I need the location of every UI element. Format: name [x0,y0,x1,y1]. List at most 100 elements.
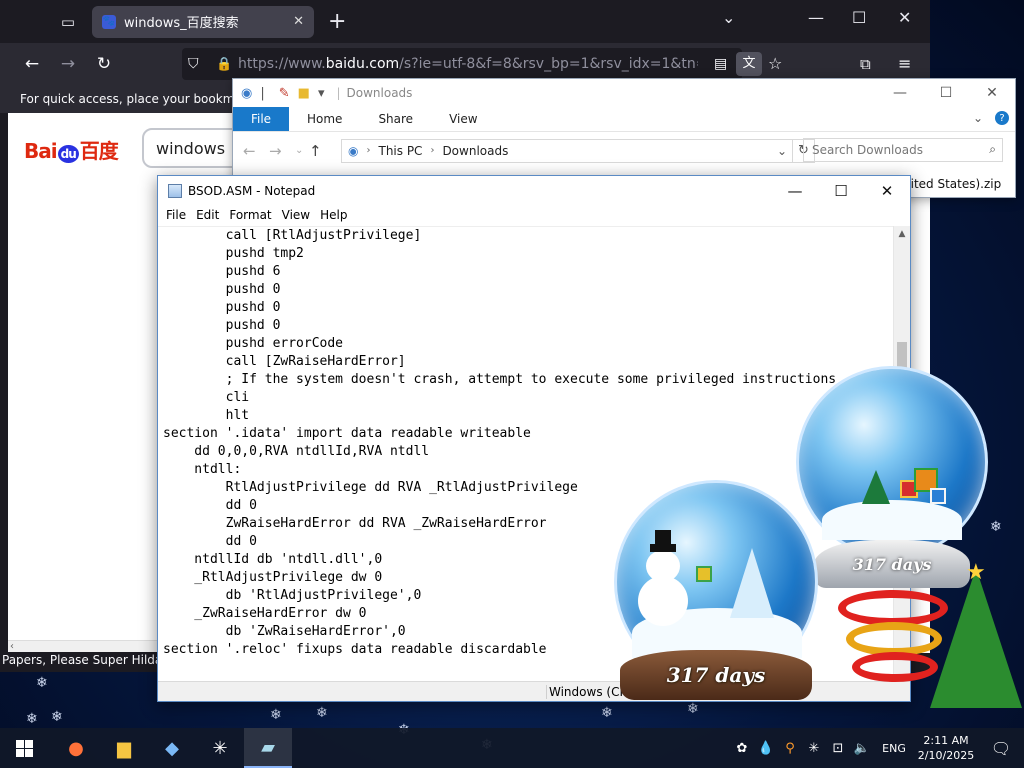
reload-button[interactable]: ↻ [86,54,122,74]
breadcrumb-this-pc[interactable]: This PC [378,144,422,158]
quick-access-dropdown-icon[interactable]: ▾ [318,86,325,101]
christmas-spiral-ring [852,652,938,682]
shield-icon[interactable]: ⛉ [188,56,199,72]
chevron-right-icon: › [430,145,435,156]
snowman-body [638,576,688,626]
taskbar: ● ▆ ◆ ✳ ▰ ✿ 💧 ⚲ ✳ ⊡ 🔈 ENG 2:11 AM 2/10/2… [0,728,1024,768]
forward-button[interactable]: → [50,54,86,74]
start-button[interactable] [0,728,48,768]
explorer-titlebar: ◉ | ✎ ■ ▾ | Downloads — ☐ ✕ [233,79,1015,107]
search-icon: ⌕ [989,142,996,156]
browser-status-text: Papers, Please Super Hilda [0,652,162,672]
address-dropdown-icon[interactable]: ⌄ [772,144,792,158]
list-all-tabs-icon[interactable]: ⌄ [722,8,735,27]
menu-file[interactable]: File [161,208,191,222]
help-icon[interactable]: ? [995,111,1009,125]
url-bar[interactable]: ⛉ 🔒 https://www.baidu.com/s?ie=utf-8&f=8… [182,48,742,80]
gift-icon [930,488,946,504]
maximize-button[interactable]: ☐ [852,8,866,27]
firefox-taskbar-icon[interactable]: ● [52,728,100,768]
maximize-button[interactable]: ☐ [923,79,969,107]
gift-icon [696,566,712,582]
browser-tab-bar: ▭ 🐾 windows_百度搜索 ✕ + ⌄ — ☐ ✕ [0,0,930,43]
notepad-taskbar-icon[interactable]: ▰ [244,728,292,768]
snowman-head [646,550,680,582]
reader-view-icon[interactable]: ▤ [714,56,727,72]
minimize-button[interactable]: — [772,176,818,205]
back-button[interactable]: ← [243,142,269,160]
menu-view[interactable]: View [277,208,315,222]
menu-help[interactable]: Help [315,208,352,222]
notification-center-icon[interactable]: 🗨 [978,739,1024,758]
scroll-up-icon[interactable]: ▲ [894,226,910,243]
up-button[interactable]: ↑ [309,142,335,160]
baidu-logo[interactable]: Bai du 百度 [24,135,119,164]
close-tab-icon[interactable]: ✕ [293,14,304,29]
globe-base-left: 317 days [620,650,812,700]
breadcrumb-downloads[interactable]: Downloads [442,144,508,158]
snowflake: ❄ [990,519,1002,535]
notepad-icon [168,183,182,198]
snowflake: ❄ [270,707,282,723]
minimize-button[interactable]: — [808,8,824,27]
network-icon[interactable]: ⊡ [826,741,850,756]
new-tab-button[interactable]: + [328,9,346,34]
snowflake: ❄ [316,705,328,721]
volume-muted-icon[interactable]: 🔈 [850,741,874,756]
browser-tab-baidu[interactable]: 🐾 windows_百度搜索 ✕ [92,5,314,38]
clock-date: 2/10/2025 [917,749,975,762]
clock[interactable]: 2:11 AM 2/10/2025 [914,733,978,763]
tray-search-icon[interactable]: ⚲ [778,741,802,756]
maximize-button[interactable]: ☐ [818,176,864,205]
christmas-tree-icon[interactable] [930,568,1022,708]
extensions-icon[interactable]: ⧉ [860,55,871,73]
url-text: https://www.baidu.com/s?ie=utf-8&f=8&rsv… [238,56,698,72]
baidu-favicon-icon: 🐾 [102,14,116,29]
close-button[interactable]: ✕ [898,8,911,27]
tab-title: windows_百度搜索 [124,16,239,31]
bookmark-star-icon[interactable]: ☆ [768,54,782,73]
snowflake: ❄ [26,711,38,727]
properties-icon[interactable]: ✎ [279,86,290,101]
new-folder-icon[interactable]: ■ [298,86,310,101]
christmas-spiral-ring [846,622,942,656]
explorer-title: Downloads [346,86,413,100]
tab-view[interactable]: View [431,112,495,126]
snow-ground [822,500,962,540]
expand-ribbon-icon[interactable]: ⌄ [973,111,983,125]
globe-tree-icon [862,470,890,504]
search-downloads-input[interactable]: Search Downloads ⌕ [803,138,1003,162]
close-button[interactable]: ✕ [969,79,1015,107]
tray-snowflake-icon[interactable]: ✳ [802,741,826,756]
file-explorer-taskbar-icon[interactable]: ▆ [100,728,148,768]
menu-format[interactable]: Format [224,208,276,222]
minimize-button[interactable]: — [877,79,923,107]
app-taskbar-icon[interactable]: ◆ [148,728,196,768]
ribbon-tabs: File Home Share View ⌄ ? [233,107,1015,131]
address-bar[interactable]: ◉ › This PC › Downloads ⌄ [341,138,793,163]
translate-icon[interactable]: 文 [736,52,762,76]
explorer-app-icon[interactable]: ◉ [241,86,252,101]
snowflake: ❄ [601,705,613,721]
snowflake-app-taskbar-icon[interactable]: ✳ [196,728,244,768]
tab-file[interactable]: File [233,107,289,131]
close-button[interactable]: ✕ [864,176,910,205]
lock-icon[interactable]: 🔒 [216,57,232,72]
tab-overview-icon[interactable]: ▭ [50,7,86,37]
snowman-hat-top [655,530,671,546]
forward-button[interactable]: → [269,142,295,160]
back-button[interactable]: ← [14,54,50,74]
this-pc-icon: ◉ [348,143,359,158]
notepad-title: BSOD.ASM - Notepad [188,183,316,198]
tray-app-icon[interactable]: ✿ [730,741,754,756]
input-language[interactable]: ENG [874,742,914,755]
tray-drop-icon[interactable]: 💧 [754,741,778,756]
tab-home[interactable]: Home [289,112,360,126]
search-placeholder: Search Downloads [812,143,923,157]
tab-share[interactable]: Share [360,112,431,126]
tree-star-icon: ★ [966,560,986,585]
file-item[interactable]: nited States).zip [903,177,1001,191]
menu-icon[interactable]: ≡ [898,54,911,73]
menu-edit[interactable]: Edit [191,208,224,222]
recent-locations-icon[interactable]: ⌄ [295,145,309,156]
